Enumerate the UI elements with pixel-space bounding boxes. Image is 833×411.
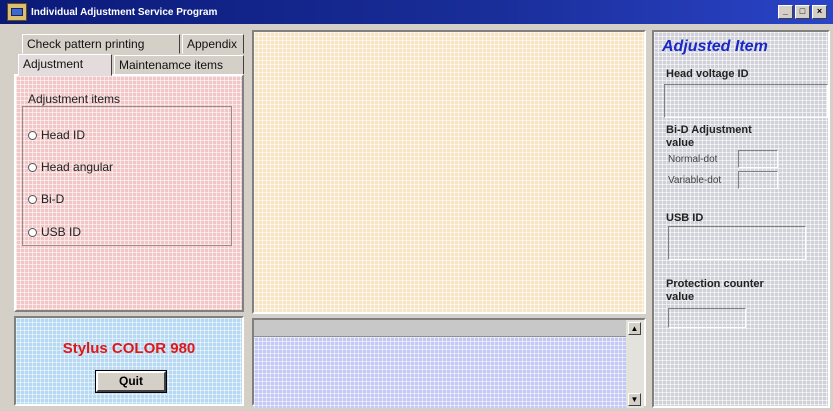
- log-header: [254, 320, 628, 337]
- protection-counter-field: [668, 308, 746, 328]
- log-panel: ▲ ▼: [252, 318, 646, 408]
- close-button[interactable]: ×: [812, 5, 827, 19]
- app-icon: [7, 3, 27, 21]
- radio-icon[interactable]: [28, 227, 37, 237]
- tab-maintenance-items[interactable]: Maintenamce items: [114, 55, 244, 75]
- minimize-button[interactable]: _: [778, 5, 793, 19]
- bid-adjustment-label-line2: value: [666, 137, 695, 149]
- title-bar: Individual Adjustment Service Program _ …: [0, 0, 833, 24]
- variable-dot-label: Variable-dot: [668, 175, 722, 186]
- adjusted-item-title: Adjusted Item: [662, 38, 768, 55]
- quit-button[interactable]: Quit: [95, 370, 167, 393]
- radio-bi-d[interactable]: Bi-D: [28, 192, 64, 206]
- protection-counter-label-line2: value: [666, 291, 695, 303]
- printer-model-name: Stylus COLOR 980: [62, 340, 196, 357]
- head-voltage-field: [664, 84, 828, 118]
- head-voltage-label: Head voltage ID: [666, 68, 749, 80]
- log-scrollbar[interactable]: ▲ ▼: [626, 320, 644, 408]
- adjustment-items-title: Adjustment items: [28, 92, 121, 106]
- scroll-down-icon[interactable]: ▼: [628, 393, 641, 406]
- window-title: Individual Adjustment Service Program: [31, 6, 218, 18]
- protection-counter-label-line1: Protection counter: [666, 278, 764, 290]
- radio-label-head-angular: Head angular: [41, 160, 114, 174]
- normal-dot-field: [738, 150, 778, 168]
- radio-icon[interactable]: [28, 162, 37, 172]
- adjusted-item-panel: Adjusted Item Head voltage ID Bi-D Adjus…: [652, 30, 830, 408]
- tab-appendix[interactable]: Appendix: [182, 34, 244, 54]
- tab-adjustment[interactable]: Adjustment: [18, 54, 112, 76]
- scroll-up-icon[interactable]: ▲: [628, 322, 641, 335]
- log-text-area[interactable]: [254, 337, 628, 408]
- bid-adjustment-label-line1: Bi-D Adjustment: [666, 124, 752, 136]
- variable-dot-field: [738, 171, 778, 189]
- radio-icon[interactable]: [28, 194, 37, 204]
- radio-head-id[interactable]: Head ID: [28, 128, 85, 142]
- model-panel: Stylus COLOR 980 Quit: [14, 316, 244, 406]
- radio-usb-id[interactable]: USB ID: [28, 225, 81, 239]
- tab-check-pattern-printing[interactable]: Check pattern printing: [22, 34, 180, 54]
- normal-dot-label: Normal-dot: [668, 154, 718, 165]
- radio-label-head-id: Head ID: [41, 128, 86, 142]
- maximize-button[interactable]: □: [795, 5, 810, 19]
- adjustment-tab-body: Adjustment items Head ID Head angular Bi…: [14, 74, 244, 312]
- radio-label-bi-d: Bi-D: [41, 192, 65, 206]
- usb-id-field: [668, 226, 806, 260]
- radio-icon[interactable]: [28, 130, 37, 140]
- main-display-area: [252, 30, 646, 314]
- tab-panel: Check pattern printing Appendix Adjustme…: [12, 30, 244, 312]
- radio-label-usb-id: USB ID: [41, 225, 82, 239]
- radio-head-angular[interactable]: Head angular: [28, 160, 113, 174]
- usb-id-label: USB ID: [666, 212, 704, 224]
